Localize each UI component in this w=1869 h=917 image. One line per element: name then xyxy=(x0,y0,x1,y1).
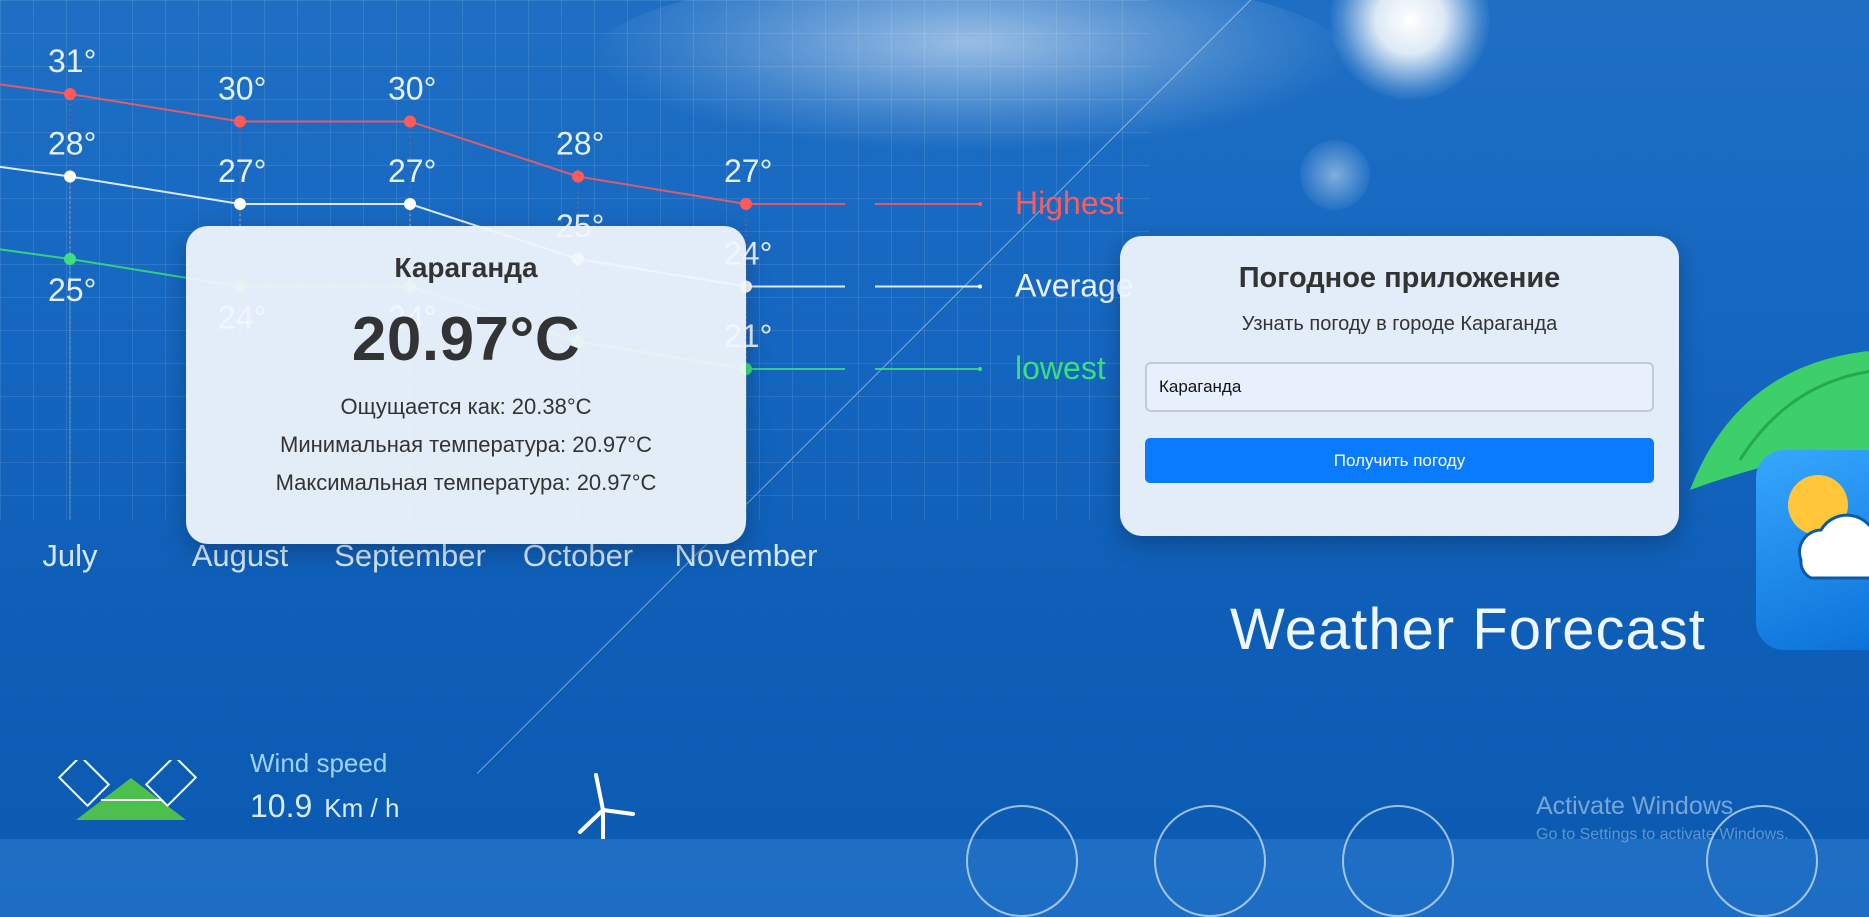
lens-flare xyxy=(1300,140,1370,210)
data-label: 30° xyxy=(388,71,436,107)
wind-speed-unit: Km / h xyxy=(324,793,400,823)
data-point-highest xyxy=(740,198,752,210)
windows-activation-watermark: Activate Windows xyxy=(1536,792,1734,820)
weather-app-panel: Погодное приложение Узнать погоду в горо… xyxy=(1120,236,1679,536)
wind-speed-label: Wind speed xyxy=(250,748,388,778)
data-label: 27° xyxy=(724,153,772,189)
wind-turbine-icon xyxy=(578,773,635,839)
humidity-icon xyxy=(966,805,1078,917)
sun-image xyxy=(1330,0,1490,100)
data-label: 30° xyxy=(218,71,266,107)
data-label: 27° xyxy=(388,153,436,189)
solar-panel-icon xyxy=(57,760,198,820)
app-title: Погодное приложение xyxy=(1238,262,1561,294)
weather-result-card: Караганда 20.97°C Ощущается как: 20.38°C… xyxy=(186,226,746,544)
gauge-icon xyxy=(1706,805,1818,917)
data-label: 28° xyxy=(48,126,96,162)
wind-speed-number: 10.9 xyxy=(250,788,313,824)
current-temperature: 20.97°C xyxy=(351,305,581,374)
data-label: 27° xyxy=(218,153,266,189)
legend-dot-lowest xyxy=(978,367,982,371)
max-temp-text: Максимальная температура: 20.97°C xyxy=(275,470,657,495)
app-subtitle: Узнать погоду в городе Караганда xyxy=(1241,313,1558,335)
data-label: 25° xyxy=(48,272,96,308)
legend-label-average: Average xyxy=(1015,268,1134,304)
city-input[interactable] xyxy=(1145,362,1654,412)
min-temp-text: Минимальная температура: 20.97°C xyxy=(280,432,652,457)
thermometer-icon xyxy=(1154,805,1266,917)
data-point-average xyxy=(404,198,416,210)
get-weather-button[interactable]: Получить погоду xyxy=(1145,438,1654,483)
data-point-highest xyxy=(572,170,584,183)
data-point-average xyxy=(234,198,246,210)
legend-dot-highest xyxy=(978,202,982,206)
data-point-highest xyxy=(234,115,246,128)
data-label: 31° xyxy=(48,43,96,79)
legend-label-highest: Highest xyxy=(1015,185,1124,221)
brand-title: Weather Forecast xyxy=(1230,597,1706,662)
data-point-lowest xyxy=(64,253,76,265)
data-label: 28° xyxy=(556,126,604,162)
data-point-average xyxy=(64,170,76,183)
feels-like-text: Ощущается как: 20.38°C xyxy=(340,394,592,419)
legend-dot-average xyxy=(978,284,982,289)
wind-speed-value: 10.9 Km / h xyxy=(250,788,399,825)
data-point-highest xyxy=(404,115,416,128)
x-axis-tick-label: July xyxy=(42,538,98,573)
weather-app-icon xyxy=(1756,450,1869,650)
windows-activation-subtext: Go to Settings to activate Windows. xyxy=(1536,826,1789,843)
sun-icon xyxy=(1342,805,1454,917)
city-name: Караганда xyxy=(394,252,538,283)
data-point-highest xyxy=(64,88,76,100)
legend-label-lowest: lowest xyxy=(1015,350,1106,386)
